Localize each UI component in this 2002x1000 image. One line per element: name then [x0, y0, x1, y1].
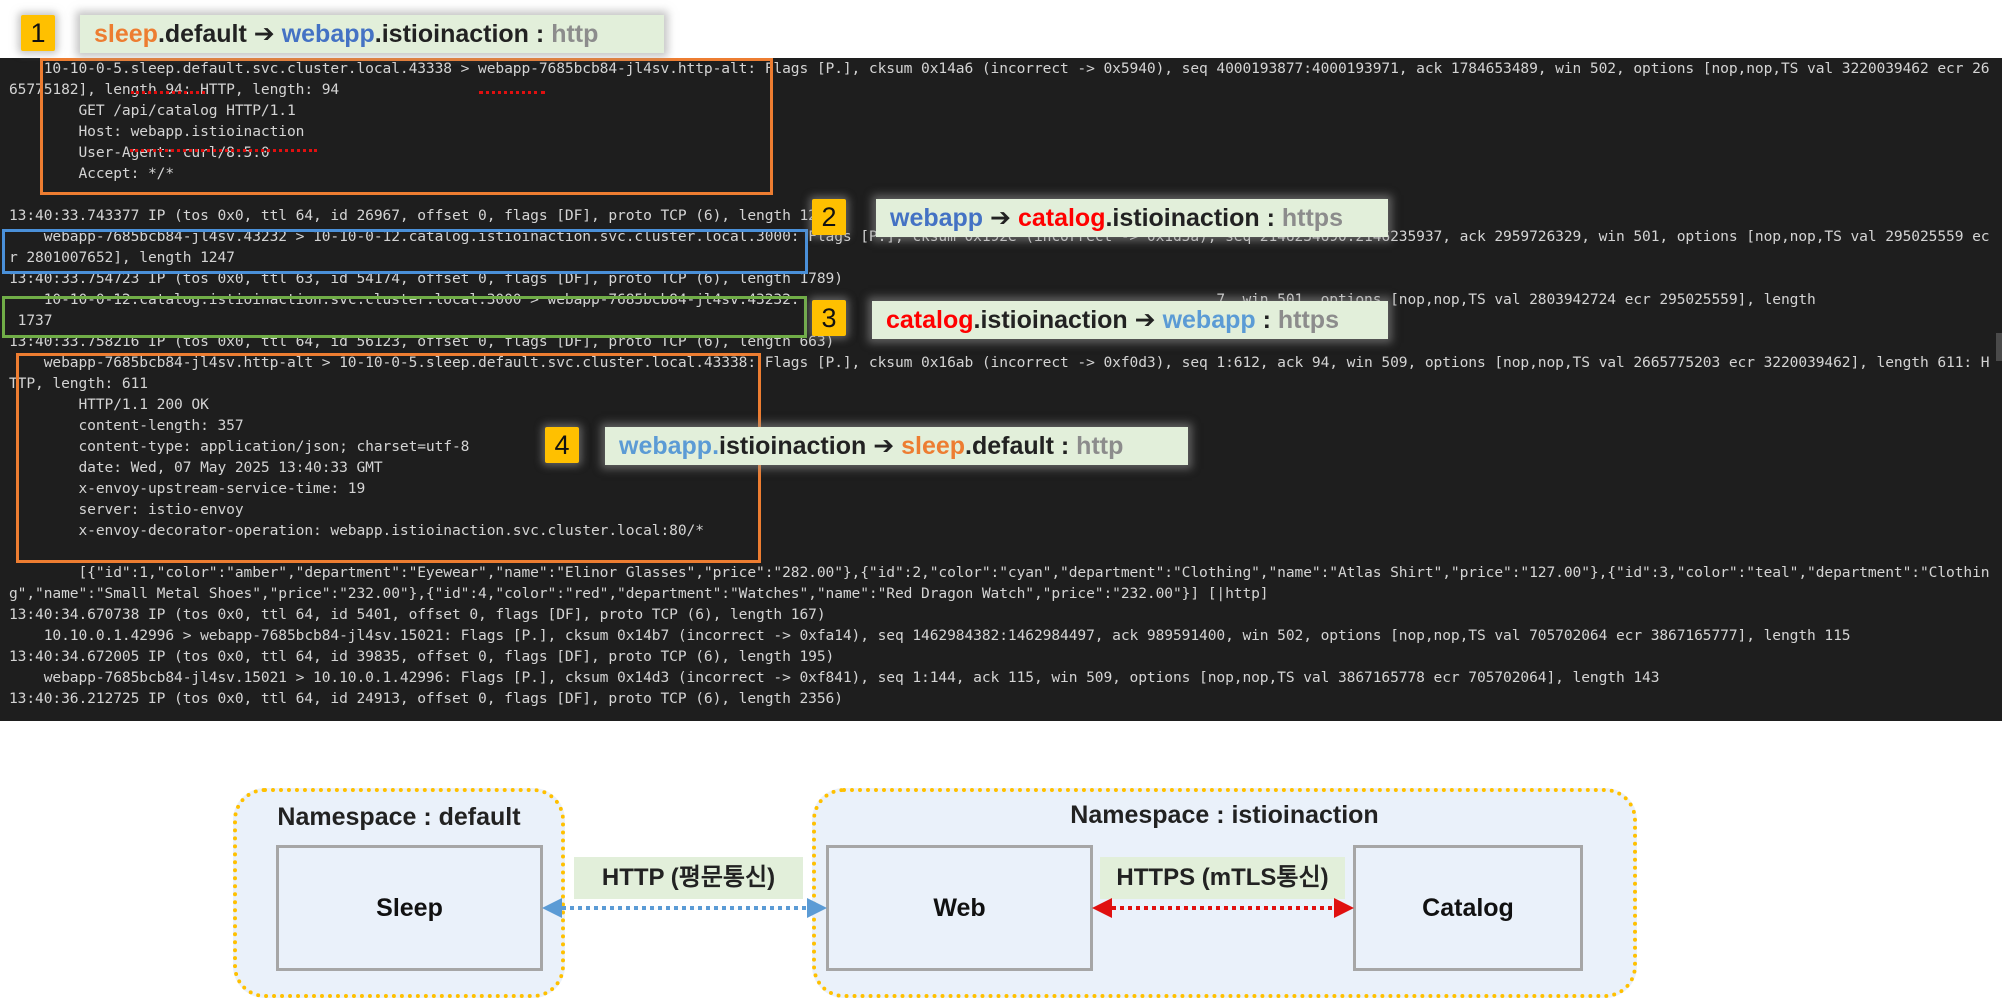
diagram-arrows — [542, 898, 1354, 918]
